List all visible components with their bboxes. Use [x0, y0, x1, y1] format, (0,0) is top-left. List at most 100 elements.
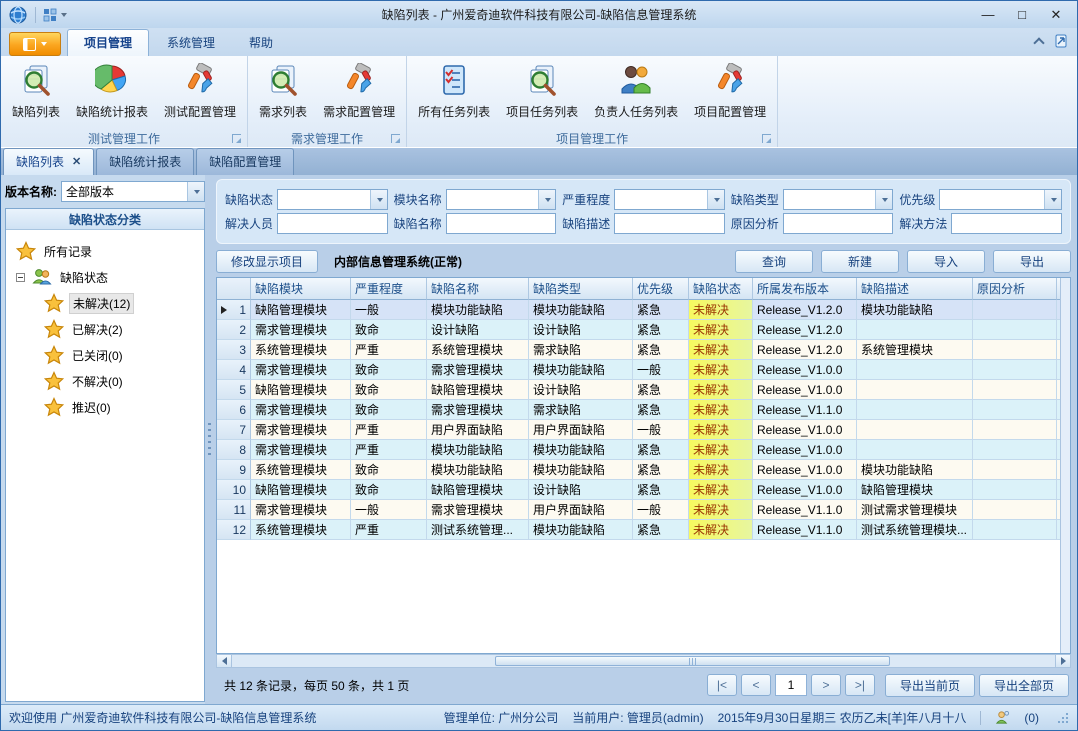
grid-column-header-缺陷描述[interactable]: 缺陷描述: [857, 278, 973, 300]
grid-column-header-严重程度[interactable]: 严重程度: [351, 278, 427, 300]
table-row[interactable]: 12系统管理模块严重测试系统管理...模块功能缺陷紧急未解决Release_V1…: [217, 520, 1060, 540]
filter-input-缺陷名称[interactable]: [446, 213, 557, 234]
ribbon-button-项目配置管理[interactable]: 项目配置管理: [687, 60, 773, 123]
collapse-expander-icon[interactable]: [16, 273, 25, 282]
grid-column-header-原因分析[interactable]: 原因分析: [973, 278, 1057, 300]
table-row[interactable]: 8需求管理模块严重模块功能缺陷模块功能缺陷紧急未解决Release_V1.0.0: [217, 440, 1060, 460]
ribbon-button-测试配置管理[interactable]: 测试配置管理: [157, 60, 243, 123]
export-all-pages-button[interactable]: 导出全部页: [979, 674, 1069, 697]
ribbon-collapse-icon[interactable]: [1033, 37, 1044, 48]
version-combobox[interactable]: 全部版本: [61, 181, 205, 202]
dialog-launcher-icon[interactable]: [391, 134, 400, 143]
resize-grip-icon[interactable]: [1057, 712, 1069, 724]
table-row[interactable]: 7需求管理模块严重用户界面缺陷用户界面缺陷一般未解决Release_V1.0.0: [217, 420, 1060, 440]
combobox-dropdown-button[interactable]: [707, 190, 724, 209]
user-message-icon[interactable]: [995, 710, 1010, 725]
grid-column-header-所属发布版本[interactable]: 所属发布版本: [753, 278, 857, 300]
combobox-dropdown-button[interactable]: [370, 190, 387, 209]
row-header-cell[interactable]: 6: [217, 400, 251, 420]
hscroll-thumb[interactable]: [495, 656, 890, 666]
row-header-cell[interactable]: 3: [217, 340, 251, 360]
grid-column-header-缺陷名称[interactable]: 缺陷名称: [427, 278, 529, 300]
version-combobox-dropdown-button[interactable]: [187, 182, 204, 201]
grid-column-header-缺陷类型[interactable]: 缺陷类型: [529, 278, 633, 300]
hscroll-track[interactable]: [232, 655, 1055, 667]
tree-item-不解决(0)[interactable]: 不解决(0): [10, 368, 200, 394]
document-tab-缺陷统计报表[interactable]: 缺陷统计报表: [96, 148, 194, 175]
row-header-cell[interactable]: 8: [217, 440, 251, 460]
tab-close-icon[interactable]: ✕: [72, 157, 81, 167]
filter-input-原因分析[interactable]: [783, 213, 894, 234]
filter-combobox-严重程度[interactable]: [614, 189, 725, 210]
tree-item-未解决(12)[interactable]: 未解决(12): [10, 290, 200, 316]
grid-header-corner[interactable]: [217, 278, 251, 300]
tree-item-已解决(2)[interactable]: 已解决(2): [10, 316, 200, 342]
ribbon-tab-项目管理[interactable]: 项目管理: [67, 29, 149, 56]
tree-item-已关闭(0)[interactable]: 已关闭(0): [10, 342, 200, 368]
help-window-icon[interactable]: [1053, 33, 1069, 49]
combobox-dropdown-button[interactable]: [875, 190, 892, 209]
table-row[interactable]: 9系统管理模块致命模块功能缺陷模块功能缺陷紧急未解决Release_V1.0.0…: [217, 460, 1060, 480]
tree-item-缺陷状态[interactable]: 缺陷状态: [10, 264, 200, 290]
document-tab-缺陷配置管理[interactable]: 缺陷配置管理: [196, 148, 294, 175]
filter-input-缺陷描述[interactable]: [614, 213, 725, 234]
document-tab-缺陷列表[interactable]: 缺陷列表✕: [3, 148, 94, 175]
action-button-查询[interactable]: 查询: [735, 250, 813, 273]
minimize-button[interactable]: —: [971, 4, 1005, 26]
filter-input-解决方法[interactable]: [951, 213, 1062, 234]
action-button-新建[interactable]: 新建: [821, 250, 899, 273]
filter-combobox-缺陷类型[interactable]: [783, 189, 894, 210]
row-header-cell[interactable]: 2: [217, 320, 251, 340]
next-page-button[interactable]: >: [811, 674, 841, 696]
action-button-导入[interactable]: 导入: [907, 250, 985, 273]
ribbon-button-需求配置管理[interactable]: 需求配置管理: [316, 60, 402, 123]
sidebar-splitter[interactable]: [205, 175, 214, 704]
action-button-导出[interactable]: 导出: [993, 250, 1071, 273]
grid-vertical-scrollbar[interactable]: [1060, 278, 1070, 653]
last-page-button[interactable]: >|: [845, 674, 875, 696]
prev-page-button[interactable]: <: [741, 674, 771, 696]
grid-column-header-缺陷模块[interactable]: 缺陷模块: [251, 278, 351, 300]
grid-column-header-优先级[interactable]: 优先级: [633, 278, 689, 300]
table-row[interactable]: 2需求管理模块致命设计缺陷设计缺陷紧急未解决Release_V1.2.0: [217, 320, 1060, 340]
ribbon-tab-系统管理[interactable]: 系统管理: [151, 30, 231, 56]
ribbon-button-需求列表[interactable]: 需求列表: [252, 60, 314, 123]
combobox-dropdown-button[interactable]: [1044, 190, 1061, 209]
export-current-page-button[interactable]: 导出当前页: [885, 674, 975, 697]
modify-display-columns-button[interactable]: 修改显示项目: [216, 250, 318, 273]
table-row[interactable]: 11需求管理模块一般需求管理模块用户界面缺陷一般未解决Release_V1.1.…: [217, 500, 1060, 520]
filter-combobox-缺陷状态[interactable]: [277, 189, 388, 210]
row-header-cell[interactable]: 4: [217, 360, 251, 380]
filter-combobox-模块名称[interactable]: [446, 189, 557, 210]
tree-item-推迟(0)[interactable]: 推迟(0): [10, 394, 200, 420]
row-header-cell[interactable]: 10: [217, 480, 251, 500]
application-menu-button[interactable]: [9, 32, 61, 56]
first-page-button[interactable]: |<: [707, 674, 737, 696]
row-header-cell[interactable]: 7: [217, 420, 251, 440]
maximize-button[interactable]: □: [1005, 4, 1039, 26]
ribbon-button-缺陷列表[interactable]: 缺陷列表: [5, 60, 67, 123]
row-header-cell[interactable]: 12: [217, 520, 251, 540]
scroll-left-button[interactable]: [217, 655, 232, 667]
dialog-launcher-icon[interactable]: [232, 134, 241, 143]
row-header-cell[interactable]: 9: [217, 460, 251, 480]
ribbon-button-所有任务列表[interactable]: 所有任务列表: [411, 60, 497, 123]
grid-column-header-缺陷状态[interactable]: 缺陷状态: [689, 278, 753, 300]
table-row[interactable]: 1缺陷管理模块一般模块功能缺陷模块功能缺陷紧急未解决Release_V1.2.0…: [217, 300, 1060, 320]
filter-input-解决人员[interactable]: [277, 213, 388, 234]
row-header-cell[interactable]: 11: [217, 500, 251, 520]
close-button[interactable]: ✕: [1039, 4, 1073, 26]
filter-combobox-优先级[interactable]: [939, 189, 1062, 210]
row-header-cell[interactable]: 5: [217, 380, 251, 400]
ribbon-tab-帮助[interactable]: 帮助: [233, 30, 289, 56]
ribbon-button-负责人任务列表[interactable]: 负责人任务列表: [587, 60, 685, 123]
table-row[interactable]: 3系统管理模块严重系统管理模块需求缺陷紧急未解决Release_V1.2.0系统…: [217, 340, 1060, 360]
ribbon-button-项目任务列表[interactable]: 项目任务列表: [499, 60, 585, 123]
table-row[interactable]: 6需求管理模块致命需求管理模块需求缺陷紧急未解决Release_V1.1.0: [217, 400, 1060, 420]
grid-column-header-解决方法[interactable]: 解决方法: [1057, 278, 1060, 300]
combobox-dropdown-button[interactable]: [538, 190, 555, 209]
table-row[interactable]: 4需求管理模块致命需求管理模块模块功能缺陷一般未解决Release_V1.0.0: [217, 360, 1060, 380]
table-row[interactable]: 5缺陷管理模块致命缺陷管理模块设计缺陷紧急未解决Release_V1.0.0: [217, 380, 1060, 400]
tree-item-所有记录[interactable]: 所有记录: [10, 238, 200, 264]
row-header-cell[interactable]: 1: [217, 300, 251, 320]
